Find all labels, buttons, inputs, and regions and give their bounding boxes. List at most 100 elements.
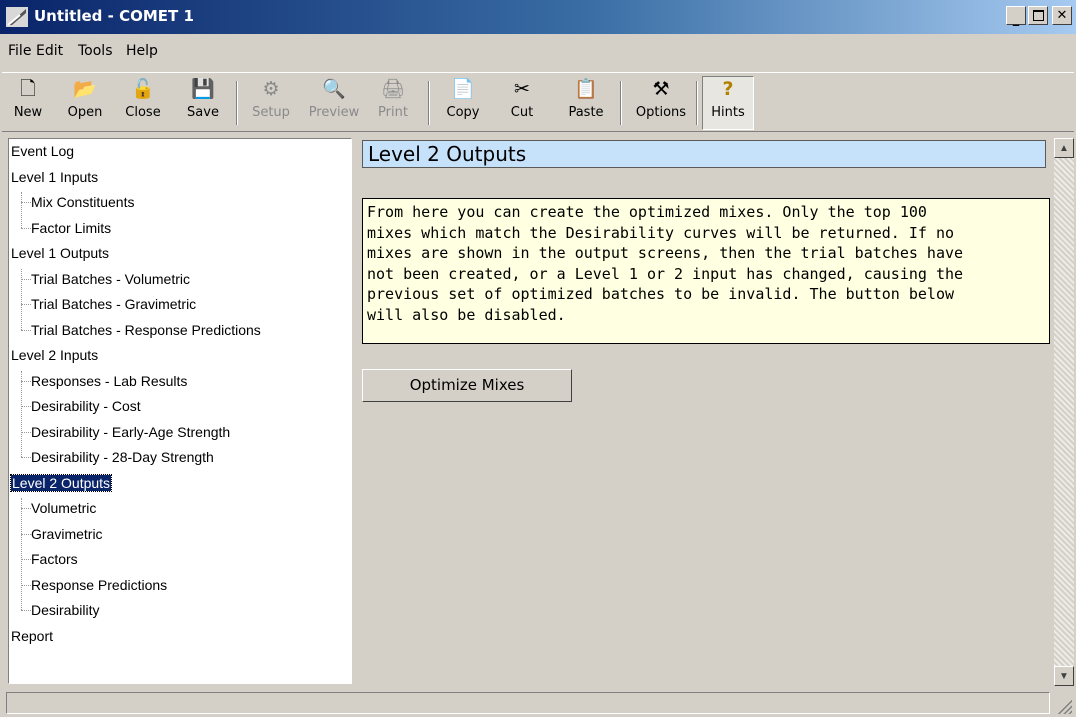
tree-connector: [21, 431, 31, 433]
tree-item[interactable]: Trial Batches - Volumetric: [31, 269, 190, 289]
hint-text-line: mixes which match the Desirability curve…: [367, 223, 954, 242]
tree-item[interactable]: Desirability: [31, 600, 99, 620]
new-button[interactable]: 🗋 New: [8, 77, 48, 129]
tree-item[interactable]: Desirability - Cost: [31, 396, 141, 416]
tree-item[interactable]: Responses - Lab Results: [31, 371, 187, 391]
cut-button[interactable]: ✂ Cut: [502, 77, 542, 129]
tree-item-label: Factor Limits: [31, 219, 112, 236]
tree-connector: [21, 304, 31, 305]
tree-item-label: Trial Batches - Gravimetric: [31, 296, 197, 312]
tree-item[interactable]: Level 1 Inputs: [11, 167, 98, 187]
minimize-button[interactable]: _: [1006, 6, 1026, 26]
scissors-icon: ✂: [514, 78, 530, 100]
toolbar-separator: [620, 81, 622, 125]
comet-logo-icon: [6, 7, 28, 27]
tree-connector: [21, 406, 31, 407]
tree-item[interactable]: Level 1 Outputs: [11, 243, 109, 263]
new-document-icon: 🗋: [20, 78, 36, 100]
tree-item[interactable]: Trial Batches - Gravimetric: [31, 294, 196, 314]
hint-text-line: From here you can create the optimized m…: [367, 203, 927, 221]
tree-item[interactable]: Trial Batches - Response Predictions: [31, 320, 261, 340]
scroll-up-button[interactable]: ▲: [1054, 138, 1074, 158]
tree-item-label: Mix Constituents: [31, 194, 135, 210]
tree-connector: [21, 192, 22, 228]
hint-text-line: will also be disabled.: [367, 305, 566, 324]
preview-button[interactable]: 🔍 Preview: [304, 77, 364, 129]
tree-item[interactable]: Desirability - Early-Age Strength: [31, 422, 230, 442]
arrow-up-icon: ▲: [1059, 142, 1069, 154]
navigation-tree[interactable]: Event Log Level 1 Inputs Mix Constituents F…: [8, 138, 352, 684]
copy-button[interactable]: 📄 Copy: [436, 77, 490, 129]
tree-item-label: Level 1 Inputs: [11, 168, 99, 185]
toolbar-separator: [236, 81, 238, 125]
close-button[interactable]: 🔓 Close: [118, 77, 168, 129]
close-file-icon: 🔓: [131, 78, 155, 100]
hints-button[interactable]: ? Hints: [702, 76, 754, 130]
status-bar: [0, 690, 1076, 717]
setup-button[interactable]: ⚙ Setup: [244, 77, 298, 129]
hint-text-line: not been created, or a Level 1 or 2 inpu…: [367, 264, 964, 283]
tree-connector: [21, 380, 31, 382]
tree-item-label: Level 2 Inputs: [11, 347, 99, 363]
optimize-mixes-button[interactable]: Optimize Mixes: [362, 369, 572, 402]
tree-item[interactable]: Factor Limits: [31, 218, 111, 238]
window-title: Untitled - COMET 1: [34, 7, 194, 25]
tree-item[interactable]: Desirability - 28-Day Strength: [31, 447, 214, 467]
options-button[interactable]: ⚒ Options: [628, 77, 694, 129]
tree-item[interactable]: Gravimetric: [31, 524, 103, 544]
print-preview-icon: 🔍: [322, 78, 346, 100]
hint-text-line: previous set of optimized batches to be …: [367, 285, 954, 303]
tree-connector: [21, 278, 31, 280]
save-disk-icon: 💾: [191, 78, 215, 100]
tree-item[interactable]: Event Log: [11, 141, 74, 161]
tree-item-label: Desirability - 28-Day Strength: [31, 449, 214, 465]
clipboard-paste-icon: 📋: [574, 78, 598, 100]
page-title: Level 2 Outputs: [362, 140, 1046, 168]
open-folder-icon: 📂: [73, 78, 97, 100]
tree-item-label: Factors: [31, 551, 78, 567]
tree-item-label: Trial Batches - Volumetric: [31, 270, 190, 287]
tree-connector: [21, 227, 31, 229]
tree-connector: [21, 508, 31, 509]
hammer-wrench-icon: ⚒: [652, 78, 670, 100]
maximize-button[interactable]: [1028, 6, 1048, 25]
menu-tools[interactable]: Tools: [78, 43, 113, 59]
tree-item-label: Gravimetric: [31, 525, 103, 542]
tree-connector: [21, 533, 31, 535]
tree-item-label: Volumetric: [31, 500, 97, 516]
title-bar[interactable]: Untitled - COMET 1 _ ✕: [0, 0, 1076, 34]
question-mark-icon: ?: [722, 78, 734, 100]
menu-file[interactable]: File: [8, 43, 31, 59]
tree-item[interactable]: Volumetric: [31, 498, 96, 518]
tree-connector: [21, 268, 22, 330]
tree-item[interactable]: Mix Constituents: [31, 192, 134, 212]
save-button[interactable]: 💾 Save: [178, 77, 228, 129]
tree-item[interactable]: Response Predictions: [31, 575, 167, 595]
status-panel: [6, 692, 1050, 714]
tree-connector: [21, 202, 31, 203]
open-button[interactable]: 📂 Open: [62, 77, 108, 129]
menu-edit[interactable]: Edit: [36, 43, 63, 59]
copy-icon: 📄: [451, 78, 475, 100]
vertical-scrollbar[interactable]: ▲ ▼: [1054, 138, 1074, 686]
hint-box: From here you can create the optimized m…: [362, 198, 1050, 344]
toolbar-separator: [696, 81, 698, 125]
resize-grip-icon[interactable]: [1056, 698, 1072, 714]
paste-button[interactable]: 📋 Paste: [558, 77, 614, 129]
hint-text-line: mixes are shown in the output screens, t…: [367, 244, 964, 262]
scroll-down-button[interactable]: ▼: [1054, 666, 1074, 686]
tree-item-label: Event Log: [11, 143, 75, 159]
tree-item[interactable]: Report: [11, 626, 53, 646]
setup-icon: ⚙: [262, 78, 280, 100]
print-button[interactable]: 🖨 Print: [368, 77, 418, 129]
close-icon: ✕: [1056, 8, 1068, 23]
close-window-button[interactable]: ✕: [1052, 6, 1072, 25]
tree-connector: [21, 584, 31, 586]
tree-item[interactable]: Level 2 Outputs: [9, 473, 113, 493]
menu-bar: File Edit Tools Help: [0, 34, 1076, 72]
tree-item-label: Trial Batches - Response Predictions: [31, 321, 261, 338]
tree-item[interactable]: Factors: [31, 549, 78, 569]
menu-help[interactable]: Help: [126, 43, 158, 59]
tree-item[interactable]: Level 2 Inputs: [11, 345, 98, 365]
toolbar-separator: [428, 81, 430, 125]
